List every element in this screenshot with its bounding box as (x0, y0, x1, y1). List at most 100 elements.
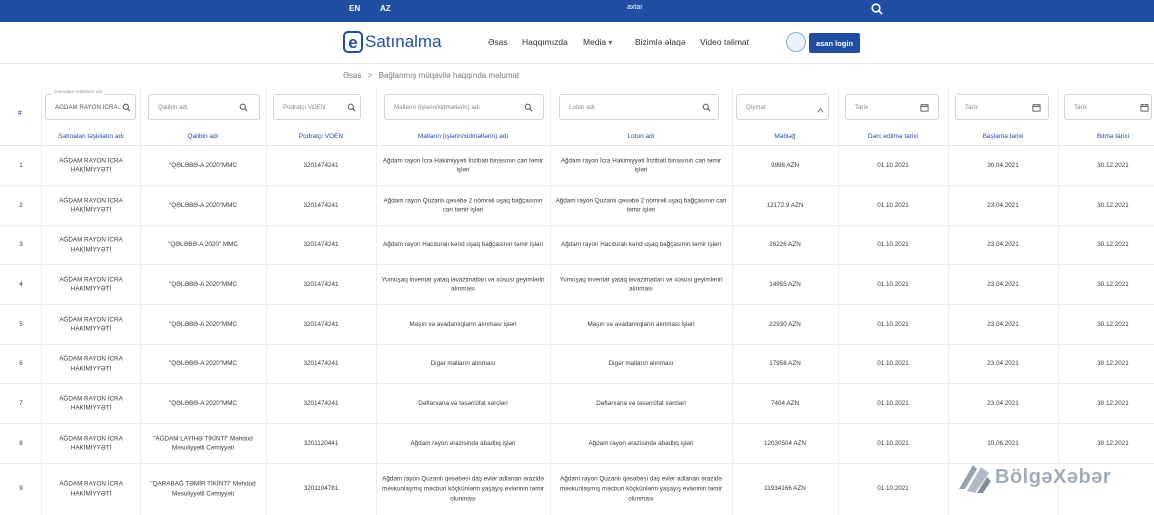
e-satinalma-logo[interactable]: e Satınalma (343, 31, 442, 53)
cell-end-date: 30.12.2021 (1097, 360, 1129, 368)
cell-published-date: 01.10.2021 (877, 360, 909, 368)
cell-lot: Ağdam rayon Quzanlı qəsəbəsi daş evlər a… (559, 475, 723, 502)
col-header-goods[interactable]: Malların (işlərin/xidmətlərin) adı (418, 133, 508, 140)
voen-filter-input[interactable]: Podratçı VOEN (273, 94, 361, 120)
cell-goods: Ağdam rayon ərazisində abadlıq işləri (410, 439, 516, 447)
winner-filter-placeholder: Qalibin adı (158, 104, 188, 111)
col-header-winner[interactable]: Qalibin adı (187, 133, 218, 140)
cell-published-date: 01.10.2021 (877, 439, 909, 447)
end-date-filter-input[interactable]: Tarix (1064, 94, 1152, 120)
cell-org: AĞDAM RAYON İCRA HAKİMİYYƏTİ (59, 355, 123, 372)
cell-lot: Ağdam rayon İcra Hakimiyyəti İnzibati bi… (560, 156, 722, 174)
start-date-filter-input[interactable]: Tarix (955, 94, 1049, 120)
org-filter-value: AĞDAM RAYON İCRA.. (55, 104, 121, 111)
cell-winner: "QƏLƏBƏ-A 2020"MMC (168, 360, 238, 368)
goods-filter-placeholder: Malların (işlərin/xidmətlərin) adı (394, 104, 480, 111)
col-header-published[interactable]: Dərc edilmə tarixi (868, 133, 918, 140)
watermark-text: BölgəXəbər (995, 465, 1112, 488)
cell-winner: "QƏLƏBƏ-A 2020"MMC (168, 280, 238, 288)
logo-e-mark: e (343, 31, 363, 53)
winner-filter-input[interactable]: Qalibin adı (148, 94, 260, 120)
cell-winner: "QARABAĞ TƏMİR TİKİNTİ" Məhdud Məsuliyyə… (150, 480, 256, 497)
search-icon[interactable] (239, 103, 248, 112)
nav-video-tutorial[interactable]: Video təlimat (700, 37, 749, 47)
table-row[interactable]: 3 AĞDAM RAYON İCRA HAKİMİYYƏTİ "QƏLƏBƏ-A… (0, 226, 1154, 265)
nav-media-dropdown[interactable]: Media (583, 37, 612, 47)
cell-amount: 17958 AZN (769, 360, 801, 368)
col-header-amount[interactable]: Məbləğ (774, 133, 795, 140)
search-icon[interactable] (524, 103, 533, 112)
cell-winner: "QƏLƏBƏ-A 2020"MMC (168, 399, 238, 407)
published-date-filter-input[interactable]: Tarix (845, 94, 939, 120)
cell-published-date: 01.10.2021 (877, 161, 909, 169)
org-filter-input[interactable]: Satınalan təşkilatın adı AĞDAM RAYON İCR… (45, 90, 136, 120)
cell-amount: 14955 AZN (769, 280, 801, 288)
table-row[interactable]: 4 AĞDAM RAYON İCRA HAKİMİYYƏTİ "QƏLƏBƏ-A… (0, 265, 1154, 305)
search-icon[interactable] (347, 103, 356, 112)
filter-row: # Satınalan təşkilatın adı AĞDAM RAYON İ… (0, 88, 1154, 128)
cell-amount: 26226 AZN (769, 241, 801, 249)
col-header-lot[interactable]: Lotun adı (627, 133, 654, 140)
lang-az-link[interactable]: AZ (380, 4, 391, 13)
cell-row-number: 1 (19, 161, 23, 169)
breadcrumb-current: Bağlanmış müqavilə haqqında məlumat (378, 71, 520, 80)
cell-org: AĞDAM RAYON İCRA HAKİMİYYƏTİ (59, 394, 123, 412)
cell-goods: Dəftərxana və təsərrüfat xərcləri (418, 399, 508, 407)
col-header-end[interactable]: Bitmə tarixi (1097, 133, 1129, 140)
price-filter-input[interactable]: Qiymət (736, 94, 829, 120)
table-row[interactable]: 1 AĞDAM RAYON İCRA HAKİMİYYƏTİ "QƏLƏBƏ-A… (0, 146, 1154, 186)
published-date-placeholder: Tarix (855, 104, 869, 111)
cell-lot: Maşın və avadanlıqların alınması işləri (587, 320, 695, 328)
cell-org: AĞDAM RAYON İCRA HAKİMİYYƏTİ (59, 156, 123, 174)
asan-login-button[interactable]: asan login (809, 33, 860, 53)
cell-goods: Ağdam rayon İcra Hakimiyyəti İnzibati bi… (382, 156, 544, 174)
cell-lot: Ağdam rayon ərazisində abadlıq işləri (588, 439, 694, 447)
col-header-org[interactable]: Satınalan təşkilatın adı (58, 133, 124, 140)
cell-row-number: 7 (19, 399, 23, 407)
cell-amount: 22930 AZN (769, 320, 801, 328)
global-search-input[interactable]: axtar (627, 4, 643, 11)
search-icon[interactable] (122, 103, 131, 112)
cell-row-number: 4 (19, 280, 23, 288)
cell-end-date: 30.12.2021 (1097, 439, 1129, 447)
cell-amount: 12172.9 AZN (766, 201, 804, 209)
nav-about[interactable]: Haqqımızda (522, 37, 568, 47)
lang-en-link[interactable]: EN (349, 4, 360, 13)
calendar-icon[interactable] (920, 103, 929, 112)
col-header-voen[interactable]: Podratçı VOEN (299, 133, 343, 140)
goods-filter-input[interactable]: Malların (işlərin/xidmətlərin) adı (384, 94, 544, 120)
row-number-header: # (18, 110, 22, 117)
table-row[interactable]: 5 AĞDAM RAYON İCRA HAKİMİYYƏTİ "QƏLƏBƏ-A… (0, 305, 1154, 345)
cell-amount: 9998 AZN (770, 161, 800, 169)
table-row[interactable]: 6 AĞDAM RAYON İCRA HAKİMİYYƏTİ "QƏLƏBƏ-A… (0, 345, 1154, 384)
table-row[interactable]: 8 AĞDAM RAYON İCRA HAKİMİYYƏTİ "AĞDAM LA… (0, 424, 1154, 464)
cell-voen: 3201474241 (303, 320, 339, 328)
bolgexeber-watermark: BölgəXəbər (955, 459, 1111, 495)
breadcrumb-home[interactable]: Əsas (343, 71, 361, 80)
cell-voen: 3201474241 (303, 399, 339, 407)
cell-org: AĞDAM RAYON İCRA HAKİMİYYƏTİ (59, 275, 123, 293)
lot-filter-placeholder: Lotun adı (569, 104, 595, 111)
cell-row-number: 6 (19, 360, 23, 368)
calendar-icon[interactable] (1140, 103, 1149, 112)
nav-home[interactable]: Əsas (488, 37, 508, 47)
cell-voen: 3201474241 (303, 161, 339, 169)
cell-end-date: 30.12.2021 (1097, 161, 1129, 169)
cell-org: AĞDAM RAYON İCRA HAKİMİYYƏTİ (59, 196, 123, 214)
spinner-arrows-icon[interactable] (816, 106, 825, 115)
nav-contact[interactable]: Bizimlə əlaqə (635, 37, 686, 47)
cell-published-date: 01.10.2021 (877, 485, 909, 493)
cell-lot: Digər malların alınması (608, 360, 674, 368)
asan-emblem-icon (786, 32, 806, 52)
cell-end-date: 30.12.2021 (1097, 280, 1129, 288)
search-icon[interactable] (702, 103, 711, 112)
table-row[interactable]: 7 AĞDAM RAYON İCRA HAKİMİYYƏTİ "QƏLƏBƏ-A… (0, 384, 1154, 424)
search-icon[interactable] (870, 2, 884, 16)
cell-published-date: 01.10.2021 (877, 320, 909, 328)
calendar-icon[interactable] (1032, 103, 1041, 112)
table-row[interactable]: 2 AĞDAM RAYON İCRA HAKİMİYYƏTİ "QƏLƏBƏ-A… (0, 186, 1154, 226)
lot-filter-input[interactable]: Lotun adı (559, 94, 719, 120)
col-header-start[interactable]: Başlama tarixi (983, 133, 1024, 140)
cell-end-date: 30.12.2021 (1097, 201, 1129, 209)
cell-voen: 3201474241 (303, 360, 339, 368)
